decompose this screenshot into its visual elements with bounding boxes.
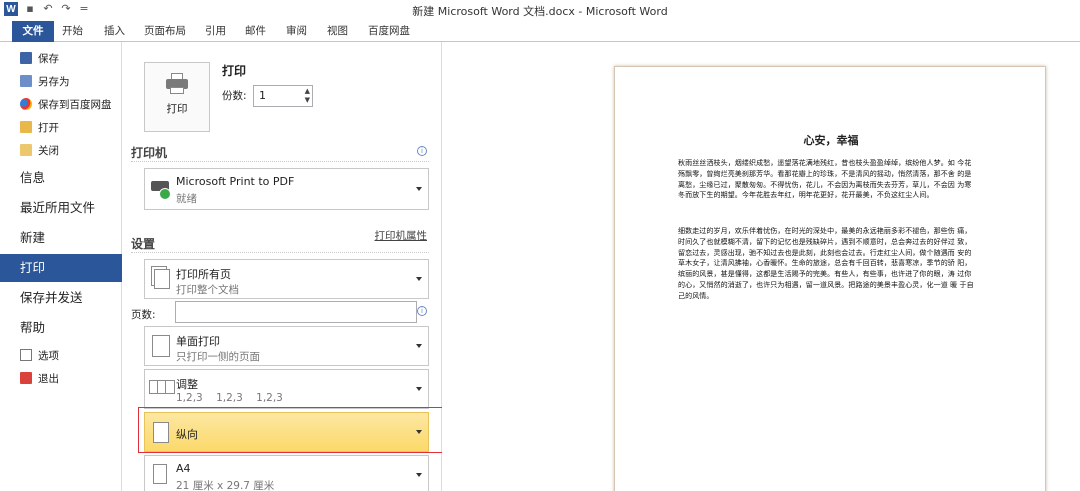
- tab-review[interactable]: 审阅: [286, 22, 307, 41]
- nav-save-label: 保存: [38, 52, 59, 65]
- nav-help[interactable]: 帮助: [0, 314, 122, 342]
- info-icon[interactable]: i: [417, 306, 427, 316]
- nav-open[interactable]: 打开: [20, 117, 59, 137]
- paper-size-icon: [149, 462, 171, 488]
- one-sided-icon: [149, 333, 171, 359]
- nav-open-label: 打开: [38, 121, 59, 134]
- nav-options-label: 选项: [38, 349, 59, 362]
- save-as-icon: [20, 75, 32, 87]
- divider: [131, 161, 429, 162]
- document-paragraph: 秋雨丝丝洒枝头，烟缕织成愁，遥望落花满地残红，昔也枝头盈盈绰绰，缤纷他人梦。如 …: [678, 159, 972, 200]
- open-folder-icon: [20, 121, 32, 133]
- nav-recent[interactable]: 最近所用文件: [0, 194, 122, 222]
- nav-save-baidu-label: 保存到百度网盘: [38, 98, 112, 111]
- printer-icon: [166, 73, 188, 95]
- collate-title: 调整: [176, 378, 198, 391]
- nav-close[interactable]: 关闭: [20, 140, 59, 160]
- printer-icon: [149, 175, 171, 201]
- print-button[interactable]: 打印: [144, 62, 210, 132]
- print-range-title: 打印所有页: [176, 268, 231, 281]
- nav-info[interactable]: 信息: [0, 164, 122, 192]
- sides-desc: 只打印一侧的页面: [176, 351, 260, 363]
- exit-icon: [20, 372, 32, 384]
- dropdown-arrow-icon: [416, 473, 422, 477]
- pages-input[interactable]: [175, 301, 417, 323]
- backstage-nav: 保存 另存为 保存到百度网盘 打开 关闭 信息 最近所用文件 新建 打印 保存并…: [0, 42, 130, 491]
- pages-icon: [149, 266, 171, 292]
- nav-save-as-label: 另存为: [38, 75, 70, 88]
- tab-page-layout[interactable]: 页面布局: [144, 22, 186, 41]
- title-bar: W ▪ ↶ ↷ = 新建 Microsoft Word 文档.docx - Mi…: [0, 0, 1080, 20]
- tab-home[interactable]: 开始: [62, 22, 83, 41]
- tab-baidu-cloud[interactable]: 百度网盘: [368, 22, 410, 41]
- nav-save-baidu[interactable]: 保存到百度网盘: [20, 94, 112, 114]
- dropdown-arrow-icon: [416, 277, 422, 281]
- print-range-desc: 打印整个文档: [176, 284, 239, 296]
- nav-print[interactable]: 打印: [0, 254, 130, 282]
- close-folder-icon: [20, 144, 32, 156]
- settings-section-title: 设置: [131, 237, 156, 251]
- highlight-box: [138, 407, 452, 453]
- nav-options[interactable]: 选项: [20, 345, 59, 365]
- nav-exit-label: 退出: [38, 372, 59, 385]
- paper-size-title: A4: [176, 462, 191, 475]
- tab-file[interactable]: 文件: [12, 21, 54, 42]
- options-icon: [20, 349, 32, 361]
- preview-page: 心安，幸福 秋雨丝丝洒枝头，烟缕织成愁，遥望落花满地残红，昔也枝头盈盈绰绰，缤纷…: [614, 66, 1046, 491]
- nav-close-label: 关闭: [38, 144, 59, 157]
- print-heading: 打印: [222, 64, 247, 78]
- baidu-cloud-icon: [20, 98, 32, 110]
- printer-dropdown[interactable]: Microsoft Print to PDF 就绪: [144, 168, 429, 210]
- pages-label: 页数:: [131, 309, 156, 321]
- divider: [131, 252, 429, 253]
- printer-properties-link[interactable]: 打印机属性: [375, 228, 428, 243]
- printer-status: 就绪: [176, 193, 197, 205]
- copies-label: 份数:: [222, 90, 247, 102]
- copies-value: 1: [259, 89, 266, 102]
- save-icon: [20, 52, 32, 64]
- print-button-label: 打印: [166, 103, 188, 115]
- nav-save-send[interactable]: 保存并发送: [0, 284, 122, 312]
- nav-save[interactable]: 保存: [20, 48, 59, 68]
- print-range-dropdown[interactable]: 打印所有页 打印整个文档: [144, 259, 429, 299]
- document-paragraph: 细数走过的岁月，欢乐伴着忧伤，在时光的深处中，最美的永远艳丽多彩不褪色，那些伤 …: [678, 227, 974, 300]
- printer-section-title: 打印机: [131, 146, 168, 160]
- ribbon-tabs: 文件 开始 插入 页面布局 引用 邮件 审阅 视图 百度网盘: [0, 20, 1080, 42]
- sides-dropdown[interactable]: 单面打印 只打印一侧的页面: [144, 326, 429, 366]
- window-title: 新建 Microsoft Word 文档.docx - Microsoft Wo…: [412, 5, 668, 18]
- dropdown-arrow-icon: [416, 344, 422, 348]
- printer-name: Microsoft Print to PDF: [176, 175, 295, 188]
- tab-mailings[interactable]: 邮件: [245, 22, 266, 41]
- collate-icon: [149, 376, 175, 402]
- sides-title: 单面打印: [176, 335, 220, 348]
- paper-size-dropdown[interactable]: A4 21 厘米 x 29.7 厘米: [144, 455, 429, 491]
- paper-size-desc: 21 厘米 x 29.7 厘米: [176, 480, 275, 491]
- collate-desc: 1,2,3 1,2,3 1,2,3: [176, 392, 283, 404]
- document-title: 心安，幸福: [803, 134, 859, 147]
- nav-exit[interactable]: 退出: [20, 368, 59, 388]
- nav-save-as[interactable]: 另存为: [20, 71, 70, 91]
- dropdown-arrow-icon: [416, 387, 422, 391]
- nav-new[interactable]: 新建: [0, 224, 122, 252]
- info-icon[interactable]: i: [417, 146, 427, 156]
- collate-dropdown[interactable]: 调整 1,2,3 1,2,3 1,2,3: [144, 369, 429, 409]
- tab-insert[interactable]: 插入: [104, 22, 125, 41]
- print-preview: 心安，幸福 秋雨丝丝洒枝头，烟缕织成愁，遥望落花满地残红，昔也枝头盈盈绰绰，缤纷…: [442, 42, 1080, 491]
- spin-arrows-icon[interactable]: ▲ ▼: [305, 87, 310, 105]
- tab-references[interactable]: 引用: [205, 22, 226, 41]
- dropdown-arrow-icon: [416, 187, 422, 191]
- copies-stepper[interactable]: 1 ▲ ▼: [253, 85, 313, 107]
- tab-view[interactable]: 视图: [327, 22, 348, 41]
